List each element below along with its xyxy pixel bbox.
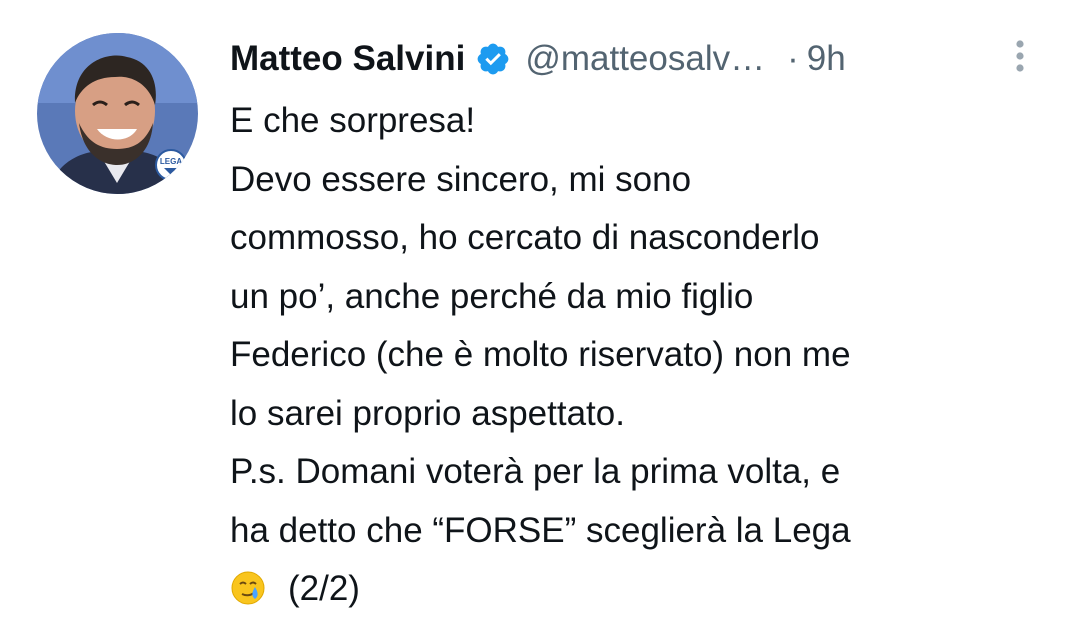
tweet-timestamp[interactable]: 9h	[807, 34, 846, 84]
header-separator: ·	[787, 39, 799, 78]
author-avatar[interactable]: LEGA	[37, 33, 198, 194]
avatar-badge-text: LEGA	[160, 157, 182, 166]
tweet-header: Matteo Salvini @matteosalv… · 9h	[230, 34, 846, 84]
tweet-text-line: commosso, ho cercato di nasconderlo	[230, 218, 820, 257]
more-options-icon[interactable]	[1006, 36, 1034, 76]
face-holding-back-tears-emoji	[230, 566, 266, 605]
avatar-image: LEGA	[37, 33, 198, 194]
tweet-card[interactable]: LEGA Matteo Salvini @matteosalv… · 9h E …	[0, 0, 1080, 641]
tweet-text-line: Devo essere sincero, mi sono	[230, 159, 692, 199]
tweet-text-line: lo sarei proprio aspettato.	[230, 393, 625, 433]
display-name[interactable]: Matteo Salvini	[230, 34, 465, 84]
tweet-text-line: P.s. Domani voterà per la prima volta, e	[230, 452, 841, 491]
tweet-text-line: E che sorpresa!	[230, 101, 476, 140]
tweet-text-line: un po’, anche perché da mio figlio	[230, 276, 754, 316]
tweet-text-last-line: (2/2)	[230, 560, 1050, 619]
verified-badge-icon	[475, 41, 511, 77]
tweet-text: E che sorpresa! Devo essere sincero, mi …	[230, 92, 1050, 619]
thread-counter: (2/2)	[288, 569, 360, 608]
tweet-text-line: ha detto che “FORSE” sceglierà la Lega	[230, 510, 851, 550]
tweet-text-line: Federico (che è molto riservato) non me	[230, 335, 851, 374]
author-handle[interactable]: @matteosalv…	[525, 34, 765, 84]
